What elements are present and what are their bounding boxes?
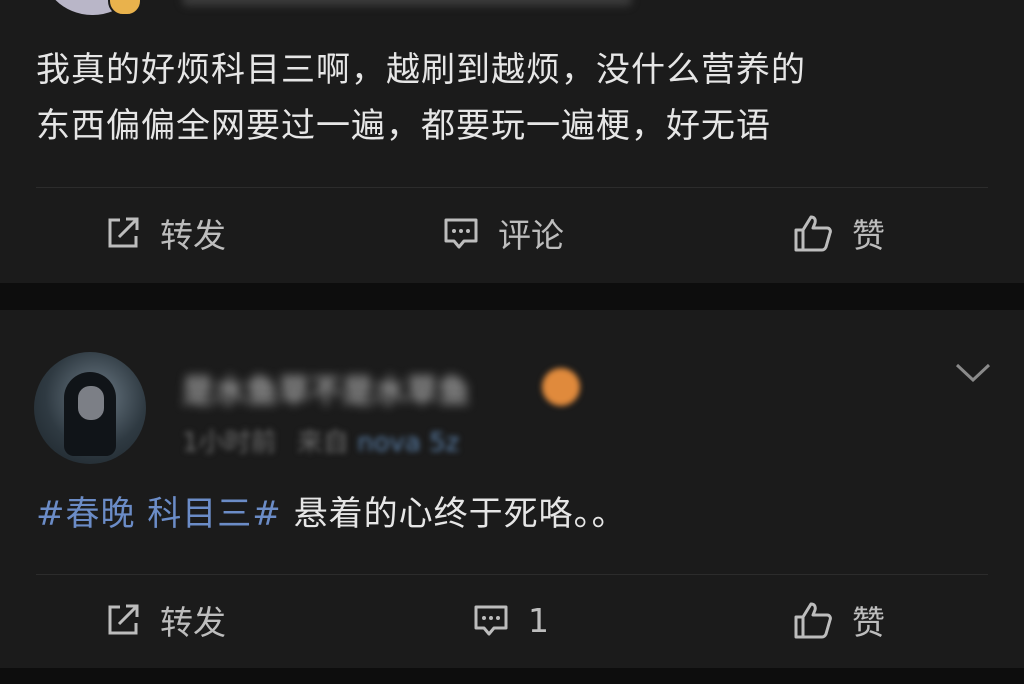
post-meta: 1小时前 来自 nova 5z — [182, 422, 459, 459]
post-source-label: 来自 — [296, 428, 349, 458]
comment-button[interactable]: 评论 — [442, 198, 564, 268]
comment-label: 评论 — [498, 216, 564, 255]
action-bar: 转发 评论 赞 — [0, 198, 1024, 268]
verified-badge-icon — [108, 0, 142, 16]
post-card-1[interactable]: 我真的好烦科目三啊，越刷到越烦，没什么营养的 东西偏偏全网要过一遍，都要玩一遍梗… — [0, 0, 1024, 283]
user-badge-icon — [542, 368, 580, 406]
chevron-down-icon — [955, 363, 991, 383]
divider — [36, 574, 988, 575]
post-text: 我真的好烦科目三啊，越刷到越烦，没什么营养的 东西偏偏全网要过一遍，都要玩一遍梗… — [36, 42, 806, 154]
divider — [36, 187, 988, 188]
avatar[interactable] — [34, 352, 146, 464]
repost-label: 转发 — [160, 603, 226, 642]
action-bar: 转发 1 赞 — [0, 585, 1024, 655]
repost-icon — [108, 604, 139, 635]
like-icon — [794, 602, 832, 639]
more-options-button[interactable] — [954, 360, 992, 390]
like-button[interactable]: 赞 — [792, 198, 885, 268]
avatar-face — [78, 386, 104, 420]
post-card-2[interactable]: 是水鱼草不是水草鱼 1小时前 来自 nova 5z #春晚 科目三# 悬着的心终… — [0, 310, 1024, 668]
post-text-line-1: 我真的好烦科目三啊，越刷到越烦，没什么营养的 — [36, 50, 806, 90]
post-text-line-2: 东西偏偏全网要过一遍，都要玩一遍梗，好无语 — [36, 106, 771, 146]
post-meta-blurred — [182, 0, 632, 6]
comment-icon — [444, 218, 478, 249]
comment-count: 1 — [528, 600, 549, 640]
like-button[interactable]: 赞 — [792, 585, 885, 655]
repost-button[interactable]: 转发 — [104, 585, 226, 655]
comment-icon — [474, 605, 508, 636]
like-icon — [794, 215, 832, 252]
like-label: 赞 — [852, 603, 885, 642]
repost-label: 转发 — [160, 216, 226, 255]
comment-button[interactable]: 1 — [472, 585, 549, 655]
topic-link[interactable]: #春晚 科目三# — [36, 494, 282, 534]
repost-button[interactable]: 转发 — [104, 198, 226, 268]
post-body: 悬着的心终于死咯。。 — [281, 494, 627, 534]
post-time: 1小时前 — [182, 428, 277, 458]
username[interactable]: 是水鱼草不是水草鱼 — [182, 366, 470, 412]
repost-icon — [108, 217, 139, 248]
post-device[interactable]: nova 5z — [357, 428, 459, 458]
like-label: 赞 — [852, 216, 885, 255]
post-text: #春晚 科目三# 悬着的心终于死咯。。 — [36, 486, 627, 542]
